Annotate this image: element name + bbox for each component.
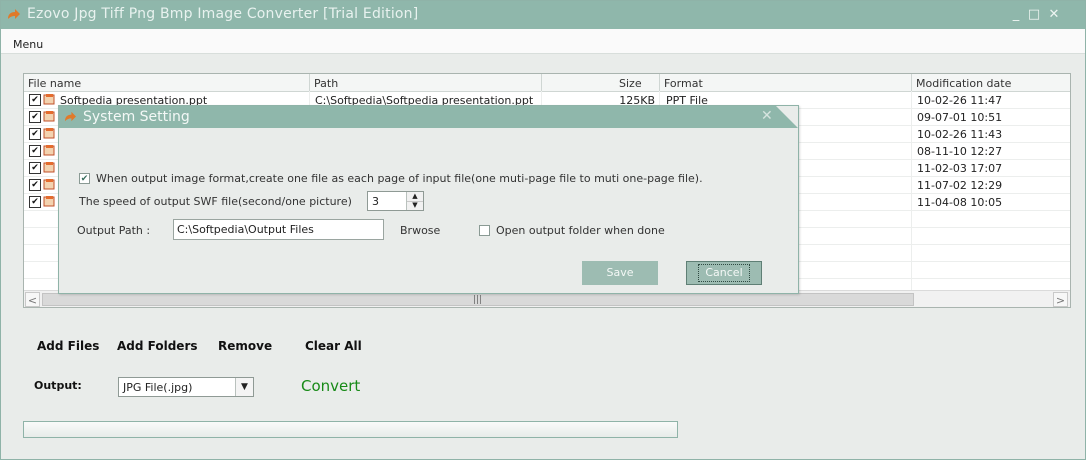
column-header-modification-date[interactable]: Modification date (916, 77, 1011, 90)
scroll-thumb[interactable]: ||| (42, 293, 914, 306)
row-checkbox[interactable]: ✔ (29, 94, 41, 106)
conversion-progress-bar (23, 421, 678, 438)
row-checkbox[interactable]: ✔ (29, 162, 41, 174)
cell-modified: 11-07-02 12:29 (917, 179, 1003, 192)
output-path-input[interactable]: C:\Softpedia\Output Files (173, 219, 384, 240)
grid-header: File name Path Size Format Modification … (24, 74, 1070, 92)
row-checkbox[interactable]: ✔ (29, 111, 41, 123)
scroll-right-icon[interactable]: > (1053, 292, 1068, 307)
file-icon (43, 128, 55, 139)
row-checkbox[interactable]: ✔ (29, 179, 41, 191)
row-checkbox[interactable]: ✔ (29, 128, 41, 140)
file-icon (43, 111, 55, 122)
file-icon (43, 179, 55, 190)
cancel-button[interactable]: Cancel (686, 261, 762, 285)
scroll-grip-icon: ||| (473, 295, 483, 305)
dialog-arrow-icon (65, 111, 76, 122)
file-icon (43, 162, 55, 173)
file-icon (43, 145, 55, 156)
menu-item-menu[interactable]: Menu (13, 38, 43, 51)
dialog-corner-decoration (776, 106, 798, 128)
maximize-button[interactable]: □ (1026, 7, 1042, 23)
cell-modified: 09-07-01 10:51 (917, 111, 1003, 124)
add-folders-button[interactable]: Add Folders (117, 339, 198, 353)
row-checkbox[interactable]: ✔ (29, 145, 41, 157)
menu-bar: Menu (1, 29, 1085, 54)
cell-modified: 11-04-08 10:05 (917, 196, 1003, 209)
column-header-size[interactable]: Size (619, 77, 642, 90)
column-header-file-name[interactable]: File name (28, 77, 81, 90)
swf-speed-stepper[interactable]: 3 ▲ ▼ (367, 191, 424, 211)
output-format-value: JPG File(.jpg) (123, 381, 193, 394)
browse-button[interactable]: Brwose (400, 224, 440, 237)
one-file-per-page-label: When output image format,create one file… (96, 172, 703, 185)
column-header-path[interactable]: Path (314, 77, 338, 90)
app-arrow-icon (8, 9, 20, 19)
close-button[interactable]: ✕ (1046, 7, 1062, 23)
swf-speed-value: 3 (372, 195, 379, 208)
file-icon (43, 94, 55, 105)
title-bar[interactable]: Ezovo Jpg Tiff Png Bmp Image Converter [… (1, 1, 1085, 29)
system-setting-dialog: System Setting ✕ ✔ When output image for… (58, 105, 799, 294)
dialog-title-bar[interactable]: System Setting ✕ (59, 106, 798, 128)
cell-modified: 11-02-03 17:07 (917, 162, 1003, 175)
remove-button[interactable]: Remove (218, 339, 272, 353)
chevron-down-icon[interactable]: ▼ (235, 378, 253, 396)
stepper-buttons: ▲ ▼ (406, 192, 423, 210)
output-path-value: C:\Softpedia\Output Files (177, 223, 314, 236)
column-header-format[interactable]: Format (664, 77, 703, 90)
cell-modified: 10-02-26 11:43 (917, 128, 1003, 141)
row-checkbox[interactable]: ✔ (29, 196, 41, 208)
swf-speed-label: The speed of output SWF file(second/one … (79, 195, 352, 208)
dialog-close-icon[interactable]: ✕ (761, 108, 773, 124)
minimize-button[interactable]: _ (1008, 7, 1024, 23)
convert-button[interactable]: Convert (301, 377, 360, 395)
stepper-down-icon[interactable]: ▼ (407, 201, 423, 210)
cell-modified: 08-11-10 12:27 (917, 145, 1003, 158)
file-icon (43, 196, 55, 207)
add-files-button[interactable]: Add Files (37, 339, 99, 353)
clear-all-button[interactable]: Clear All (305, 339, 362, 353)
main-window: Ezovo Jpg Tiff Png Bmp Image Converter [… (0, 0, 1086, 460)
open-folder-checkbox[interactable] (479, 225, 490, 236)
dialog-title: System Setting (83, 109, 190, 125)
scroll-left-icon[interactable]: < (25, 292, 40, 307)
cell-modified: 10-02-26 11:47 (917, 94, 1003, 107)
window-title: Ezovo Jpg Tiff Png Bmp Image Converter [… (27, 6, 419, 22)
one-file-per-page-checkbox[interactable]: ✔ (79, 173, 90, 184)
save-button[interactable]: Save (582, 261, 658, 285)
open-folder-label: Open output folder when done (496, 224, 665, 237)
output-path-label: Output Path : (77, 224, 151, 237)
output-label: Output: (34, 379, 82, 392)
output-format-select[interactable]: JPG File(.jpg) ▼ (118, 377, 254, 397)
cancel-button-label: Cancel (698, 264, 750, 282)
